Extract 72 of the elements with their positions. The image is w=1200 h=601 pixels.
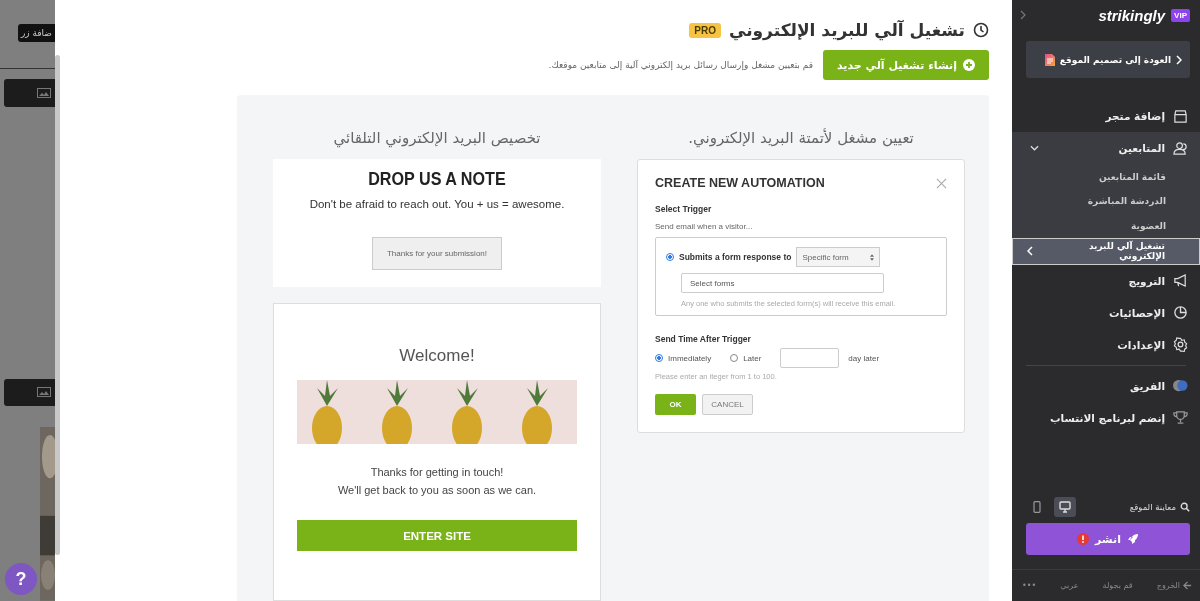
cancel-button[interactable]: CANCEL xyxy=(702,394,753,415)
email-text: We'll get back to you as soon as we can. xyxy=(337,484,537,496)
warning-icon xyxy=(1077,533,1090,545)
preview-link[interactable]: معاينة الموقع xyxy=(1129,502,1190,512)
trophy-icon xyxy=(1173,410,1188,425)
forms-field[interactable]: Select forms xyxy=(681,273,884,293)
sidebar-item[interactable]: الإحصائيات xyxy=(1012,296,1200,329)
vip-badge: VIP xyxy=(1171,8,1190,22)
sidebar-subitem[interactable]: قائمة المتابعين xyxy=(1012,164,1200,189)
search-icon xyxy=(1180,502,1190,512)
email-text: Thanks for getting in touch! xyxy=(370,466,504,478)
gear-icon xyxy=(1173,337,1188,352)
footer-link[interactable]: عربي xyxy=(1060,576,1079,595)
close-icon[interactable] xyxy=(936,177,947,189)
option-label: Submits a form response to xyxy=(679,252,792,262)
document-icon xyxy=(1044,53,1055,66)
sidebar-subitem[interactable]: تشغيل آلي للبريد الإلكتروني xyxy=(1012,237,1200,265)
chevron-icon xyxy=(1176,54,1182,65)
publish-button[interactable]: انشر xyxy=(1026,523,1190,555)
desktop-icon xyxy=(1059,501,1071,513)
sidebar-item[interactable]: الإعدادات xyxy=(1012,328,1200,361)
store-icon xyxy=(1173,108,1188,124)
scrollbar[interactable] xyxy=(55,55,60,555)
sidebar-item[interactable]: إضافة متجر xyxy=(1012,100,1200,132)
page-title: تشغيل آلي للبريد الإلكتروني xyxy=(728,20,965,40)
clock-icon xyxy=(973,22,989,38)
logo: strikingly xyxy=(1098,6,1166,24)
hint-text: Send email when a visitor... xyxy=(655,222,754,231)
form-select[interactable]: Specific form xyxy=(796,247,881,267)
megaphone-icon xyxy=(1173,273,1188,288)
dialog-title: CREATE NEW AUTOMATION xyxy=(655,176,825,190)
chevron-icon xyxy=(1027,246,1033,256)
sidebar-subitem[interactable]: العضوية xyxy=(1012,213,1200,238)
team-icon xyxy=(1173,378,1188,393)
back-button[interactable]: العودة إلى تصميم الموقع xyxy=(1026,41,1190,78)
image-icon xyxy=(37,387,51,398)
phone-icon xyxy=(1031,501,1043,513)
people-icon xyxy=(1173,140,1188,156)
sidebar-item[interactable]: إنضم لبرنامج الانتساب xyxy=(1012,401,1200,434)
plus-icon xyxy=(963,59,975,71)
updown-icon xyxy=(870,253,875,261)
unit-label: day later xyxy=(848,353,880,363)
radio-button[interactable] xyxy=(655,354,663,362)
caret-icon xyxy=(1030,145,1039,151)
option-label: Immediately xyxy=(668,353,712,363)
rocket-icon xyxy=(1126,533,1139,545)
arrow-icon xyxy=(1183,581,1192,590)
sidebar-item[interactable]: الفريق xyxy=(1012,369,1200,402)
chevron-icon[interactable] xyxy=(1020,10,1026,20)
form-text: Don't be afraid to reach out. You + us = awesome. xyxy=(309,198,565,210)
column-heading: تعيين مشغل لأتمتة البريد الإلكتروني. xyxy=(687,129,915,147)
sidebar-item[interactable]: الترويج xyxy=(1012,264,1200,297)
option-label: Later xyxy=(743,353,762,363)
description: قم بتعيين مشغل وإرسال رسائل بريد إلكتروني آلية إلى متابعين موقعك. xyxy=(548,60,813,70)
image-icon xyxy=(37,88,51,99)
sidebar-subitem[interactable]: الدردشة المباشرة xyxy=(1012,188,1200,213)
radio-button[interactable] xyxy=(666,253,674,261)
help-button[interactable]: ? xyxy=(5,563,37,595)
email-title: Welcome! xyxy=(399,346,475,366)
submission-message: Thanks for your submission! xyxy=(372,237,502,270)
days-field[interactable] xyxy=(780,348,840,368)
pie-icon xyxy=(1173,305,1188,320)
field-label: Select Trigger xyxy=(655,204,713,214)
footer-link[interactable]: الخروج xyxy=(1156,576,1192,595)
column-heading: تخصيص البريد الإلكتروني التلقائي xyxy=(332,129,542,147)
field-label: Send Time After Trigger xyxy=(655,334,752,344)
footer-link[interactable]: ••• xyxy=(1022,576,1037,595)
sidebar-item[interactable]: المتابعين xyxy=(1012,132,1200,164)
footer-link[interactable]: قم بجولة xyxy=(1102,576,1133,595)
pro-badge: PRO xyxy=(689,22,721,38)
desktop-button[interactable] xyxy=(1054,497,1076,517)
form-title: DROP US A NOTE xyxy=(368,168,506,190)
